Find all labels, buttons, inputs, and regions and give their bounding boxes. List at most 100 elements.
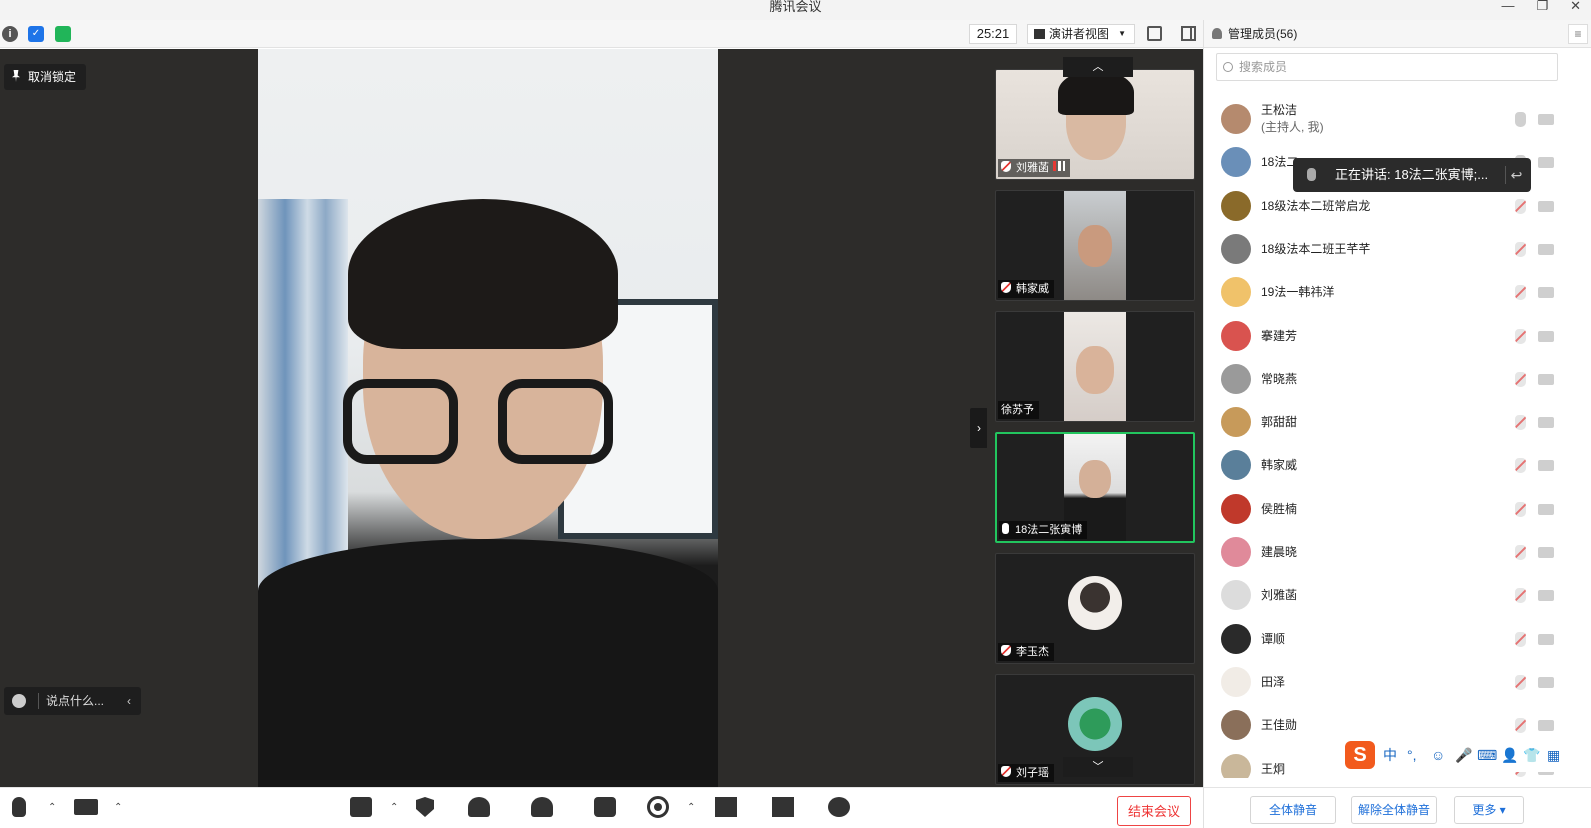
ime-user-icon[interactable]: 👤 <box>1501 746 1518 764</box>
apps-icon[interactable] <box>772 797 794 817</box>
member-row[interactable]: 常晓燕 <box>1204 358 1591 401</box>
camera-icon[interactable] <box>1538 200 1554 212</box>
member-row[interactable]: 侯胜楠 <box>1204 488 1591 531</box>
camera-icon[interactable] <box>1538 633 1554 645</box>
camera-icon[interactable] <box>1538 243 1554 255</box>
camera-icon[interactable] <box>1538 330 1554 342</box>
mic-icon[interactable] <box>1515 112 1526 127</box>
emoji-icon[interactable] <box>12 694 26 708</box>
ime-voice-icon[interactable]: 🎤 <box>1455 746 1472 764</box>
mic-muted-icon[interactable] <box>1515 674 1526 690</box>
member-row[interactable]: 王松洁 (主持人, 我) <box>1204 98 1591 141</box>
camera-icon[interactable] <box>1538 720 1554 732</box>
mic-muted-icon[interactable] <box>1515 458 1526 474</box>
invite-icon[interactable] <box>468 797 490 817</box>
mic-muted-icon[interactable] <box>1515 545 1526 560</box>
participant-thumbnails: 刘雅菡 韩家威 徐苏予 18法二张寅博 李玉杰 刘子瑶 ︿ ﹀ <box>987 49 1203 787</box>
mic-muted-icon[interactable] <box>1515 285 1526 301</box>
more-options-button[interactable]: 更多 ▾ <box>1454 796 1524 824</box>
camera-icon[interactable] <box>1538 157 1554 169</box>
share-options-caret-icon[interactable]: ⌃ <box>390 802 398 813</box>
thumbnail-tile[interactable]: 刘雅菡 <box>995 69 1195 180</box>
expand-thumbnails-icon[interactable]: › <box>970 408 988 448</box>
signal-icon[interactable] <box>55 26 71 42</box>
ime-emoji-icon[interactable]: ☺ <box>1431 746 1445 764</box>
layout-icon[interactable] <box>715 797 737 817</box>
speaker-hair <box>348 199 618 349</box>
mute-all-button[interactable]: 全体静音 <box>1250 796 1336 824</box>
camera-icon[interactable] <box>1538 417 1554 429</box>
unmute-all-button[interactable]: 解除全体静音 <box>1351 796 1437 824</box>
member-row[interactable]: 田泽 <box>1204 661 1591 704</box>
member-row[interactable]: 郭甜甜 <box>1204 401 1591 444</box>
member-row[interactable]: 搴建芳 <box>1204 315 1591 358</box>
camera-icon[interactable] <box>1538 503 1554 515</box>
thumbnail-name-tag: 刘雅菡 <box>998 159 1070 177</box>
camera-icon[interactable] <box>1538 547 1554 558</box>
restore-button[interactable]: ❐ <box>1536 0 1548 12</box>
info-icon[interactable]: i <box>2 26 18 42</box>
camera-icon[interactable] <box>1538 590 1554 602</box>
scroll-down-icon[interactable]: ﹀ <box>1063 757 1133 777</box>
camera-icon[interactable] <box>1538 373 1554 385</box>
member-row[interactable]: 谭顺 <box>1204 618 1591 661</box>
mic-icon[interactable] <box>12 797 26 817</box>
thumbnail-tile-speaking[interactable]: 18法二张寅博 <box>995 432 1195 543</box>
mic-muted-icon[interactable] <box>1515 241 1526 257</box>
member-row[interactable]: 建晨晓 <box>1204 531 1591 574</box>
thumbnail-tile[interactable]: 李玉杰 <box>995 553 1195 664</box>
speaking-indicator-text: 正在讲话: 18法二张寅博;... <box>1335 167 1489 182</box>
member-row[interactable]: 刘雅菡 <box>1204 574 1591 617</box>
mic-muted-icon[interactable] <box>1515 198 1526 214</box>
mic-muted-icon[interactable] <box>1515 588 1526 604</box>
mic-muted-icon[interactable] <box>1515 501 1526 517</box>
scroll-up-icon[interactable]: ︿ <box>1063 57 1133 77</box>
record-options-caret-icon[interactable]: ⌃ <box>687 802 695 813</box>
view-mode-dropdown[interactable]: 演讲者视图 ▼ <box>1027 24 1135 44</box>
mic-muted-icon[interactable] <box>1515 328 1526 344</box>
ime-toolbox-icon[interactable]: ▦ <box>1547 746 1560 764</box>
thumbnail-tile[interactable]: 韩家威 <box>995 190 1195 301</box>
mic-muted-icon[interactable] <box>1515 718 1526 734</box>
share-screen-icon[interactable] <box>350 797 372 817</box>
mic-muted-icon[interactable] <box>1515 371 1526 387</box>
mic-muted-icon[interactable] <box>1515 631 1526 647</box>
settings-icon[interactable] <box>828 797 850 817</box>
camera-icon[interactable] <box>74 799 98 815</box>
end-meeting-button[interactable]: 结束会议 <box>1117 796 1191 826</box>
collapse-chat-icon[interactable]: ‹ <box>127 687 131 715</box>
camera-icon[interactable] <box>1538 460 1554 472</box>
camera-icon[interactable] <box>1538 676 1554 688</box>
mic-muted-icon[interactable] <box>1515 415 1526 431</box>
thumbnail-name-tag: 李玉杰 <box>998 643 1054 661</box>
mic-muted-icon <box>1001 282 1011 293</box>
close-button[interactable]: ✕ <box>1570 0 1581 12</box>
quick-chat-input[interactable]: 说点什么... ‹ <box>4 687 141 715</box>
member-row[interactable]: 韩家威 <box>1204 444 1591 487</box>
thumbnail-name: 刘子瑶 <box>1016 767 1049 779</box>
ime-skin-icon[interactable]: 👕 <box>1523 746 1540 764</box>
ime-keyboard-icon[interactable]: ⌨ <box>1477 746 1497 764</box>
camera-options-caret-icon[interactable]: ⌃ <box>114 802 122 813</box>
chat-icon[interactable] <box>594 797 616 817</box>
toggle-panel-icon[interactable] <box>1181 26 1196 41</box>
panel-menu-icon[interactable]: ≡ <box>1568 24 1588 44</box>
camera-icon[interactable] <box>1538 114 1554 125</box>
thumbnail-tile[interactable]: 徐苏予 <box>995 311 1195 422</box>
member-search-input[interactable]: 搜索成员 <box>1216 53 1558 81</box>
sogou-ime-logo-icon[interactable]: S <box>1345 741 1375 769</box>
member-row[interactable]: 18级法本二班王芊芊 <box>1204 228 1591 271</box>
minimize-button[interactable]: — <box>1501 0 1514 12</box>
shield-icon[interactable]: ✓ <box>28 26 44 42</box>
ime-punctuation[interactable]: °, <box>1407 746 1417 764</box>
record-icon[interactable] <box>647 796 669 818</box>
member-row[interactable]: 19法一韩祎洋 <box>1204 271 1591 314</box>
camera-icon[interactable] <box>1538 287 1554 299</box>
mic-options-caret-icon[interactable]: ⌃ <box>48 802 56 813</box>
unlock-pin-button[interactable]: 取消锁定 <box>4 64 87 90</box>
return-icon[interactable]: ↩ <box>1505 166 1523 184</box>
fullscreen-icon[interactable] <box>1147 26 1162 41</box>
ime-chinese-mode[interactable]: 中 <box>1383 746 1397 764</box>
security-icon[interactable] <box>416 797 434 817</box>
members-icon[interactable] <box>531 797 553 817</box>
